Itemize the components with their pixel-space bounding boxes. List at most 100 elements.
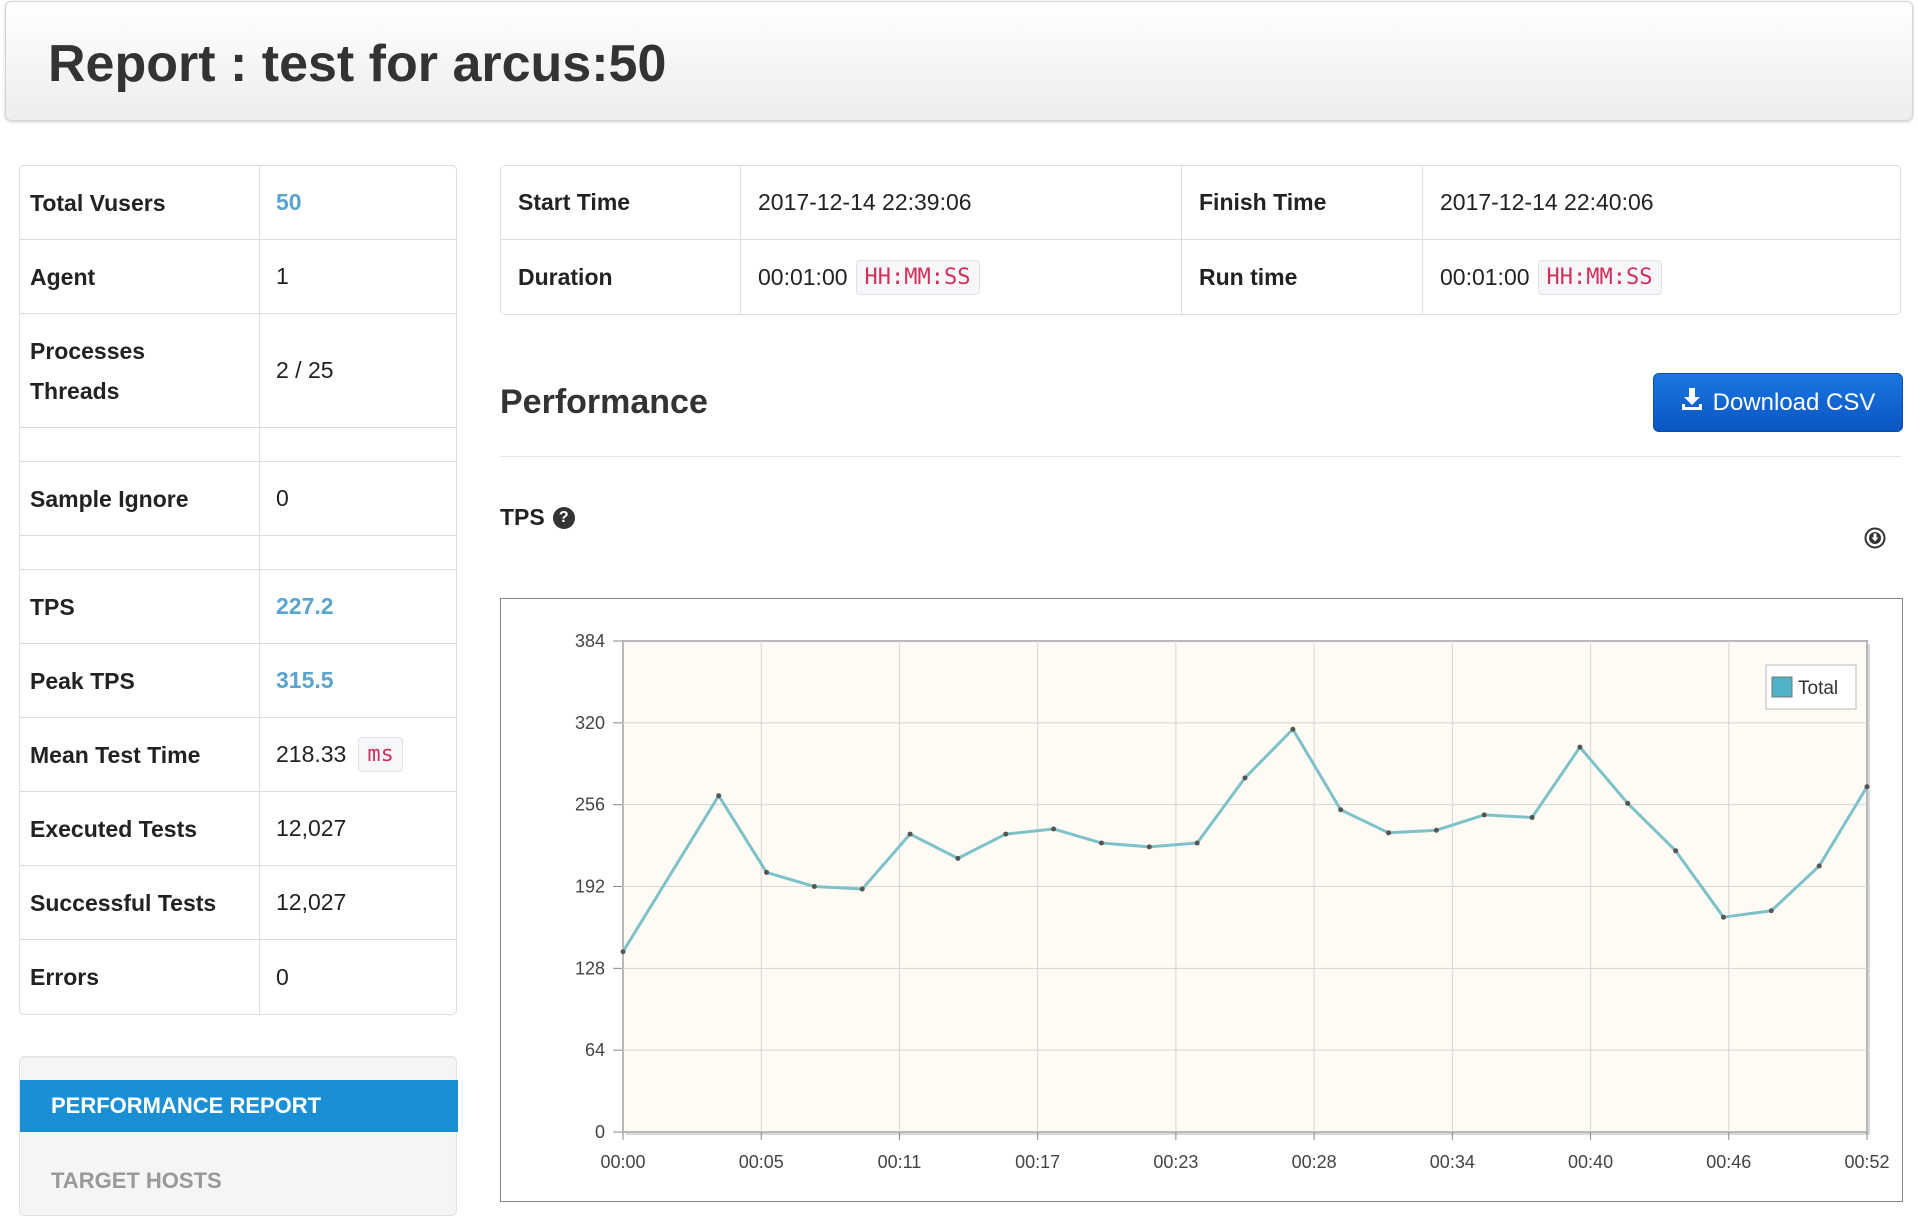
data-point: [955, 855, 961, 861]
summary-key: Processes Threads: [20, 314, 260, 427]
summary-key: TPS: [20, 570, 260, 643]
data-point: [1290, 726, 1296, 732]
nav-item-target-hosts[interactable]: TARGET HOSTS: [20, 1155, 458, 1207]
tps-chart-svg: 0 64 128 192 256 320 384 00:00 00:05 00:11 00:17 00…: [575, 631, 1890, 1172]
x-tick-label: 00:52: [1844, 1152, 1889, 1172]
summary-key: Executed Tests: [20, 792, 260, 865]
help-icon[interactable]: ?: [552, 506, 575, 529]
tps-chart: 0 64 128 192 256 320 384 00:00 00:05 00:11 00:17 00…: [500, 598, 1903, 1202]
finish-time-value: 2017-12-14 22:40:06: [1440, 189, 1654, 215]
legend-swatch: [1771, 676, 1793, 698]
summary-table: Total Vusers 50 Agent 1 Processes Thread…: [19, 165, 457, 1015]
section-divider: [500, 456, 1901, 457]
download-csv-button[interactable]: Download CSV: [1653, 373, 1903, 432]
unit-badge: ms: [358, 737, 403, 772]
summary-value-link[interactable]: 227.2: [260, 570, 456, 643]
data-point: [811, 884, 817, 889]
x-tick-label: 00:05: [739, 1152, 784, 1172]
nav-item-performance-report[interactable]: PERFORMANCE REPORT: [20, 1080, 458, 1132]
data-point: [1003, 831, 1009, 837]
runtime-cell: 00:01:00 HH:MM:SS: [1423, 240, 1900, 314]
start-time-label: Start Time: [501, 166, 741, 239]
time-row: Start Time 2017-12-14 22:39:06 Finish Ti…: [501, 166, 1900, 240]
y-tick-label: 192: [575, 877, 605, 897]
summary-row-executed-tests: Executed Tests 12,027: [20, 792, 456, 866]
summary-spacer-row: [20, 536, 456, 570]
summary-value: 218.33 ms: [260, 718, 456, 791]
summary-value: 2 / 25: [276, 357, 334, 383]
data-point: [1720, 914, 1726, 920]
x-tick-label: 00:11: [878, 1152, 922, 1172]
summary-value: 12,027: [276, 889, 347, 915]
summary-value: 12,027: [276, 815, 347, 841]
spacer-cell: [20, 428, 260, 461]
data-point: [1577, 744, 1583, 750]
data-point: [1864, 784, 1870, 790]
summary-value: 0: [276, 485, 289, 511]
summary-row-successful-tests: Successful Tests 12,027: [20, 866, 456, 940]
page-title: Report : test for arcus:50: [48, 35, 667, 93]
start-time-value: 2017-12-14 22:39:06: [741, 166, 1182, 239]
tps-label-text: TPS: [500, 504, 545, 530]
summary-key: Peak TPS: [20, 644, 260, 717]
time-row: Duration 00:01:00 HH:MM:SS Run time 00:0…: [501, 240, 1900, 314]
download-csv-label: Download CSV: [1712, 388, 1876, 416]
data-point: [1481, 812, 1487, 818]
data-point: [1816, 863, 1822, 869]
unit-badge: HH:MM:SS: [855, 259, 980, 295]
spacer-cell: [260, 428, 456, 461]
y-tick-label: 384: [575, 631, 605, 651]
x-tick-label: 00:34: [1430, 1152, 1475, 1172]
data-point: [716, 793, 722, 799]
chart-legend: Total: [1765, 664, 1857, 710]
summary-value-link[interactable]: 315.5: [260, 644, 456, 717]
data-point: [1768, 908, 1774, 914]
time-table: Start Time 2017-12-14 22:39:06 Finish Ti…: [500, 165, 1901, 315]
download-icon: [1681, 387, 1703, 418]
summary-row-agent: Agent 1: [20, 240, 456, 314]
runtime-label: Run time: [1182, 240, 1423, 314]
data-point: [1433, 827, 1439, 833]
y-tick-label: 256: [575, 795, 605, 815]
x-tick-label: 00:17: [1015, 1152, 1060, 1172]
x-tick-label: 00:46: [1706, 1152, 1751, 1172]
data-point: [1051, 826, 1057, 832]
export-menu-icon[interactable]: [1864, 527, 1886, 549]
data-point: [1146, 844, 1152, 850]
summary-row-tps: TPS 227.2: [20, 570, 456, 644]
summary-value: 1: [276, 263, 289, 289]
finish-time-label: Finish Time: [1182, 166, 1423, 239]
summary-spacer-row: [20, 428, 456, 462]
y-tick-label: 320: [575, 713, 605, 733]
legend-label: Total: [1798, 678, 1838, 699]
report-nav: PERFORMANCE REPORT TARGET HOSTS: [19, 1056, 458, 1216]
summary-key: Successful Tests: [20, 866, 260, 939]
y-tick-label: 128: [575, 958, 605, 978]
data-point: [620, 949, 626, 955]
x-tick-label: 00:28: [1292, 1152, 1337, 1172]
data-point: [1625, 800, 1631, 806]
data-point: [1673, 848, 1679, 854]
summary-key: Agent: [20, 240, 260, 313]
unit-badge: HH:MM:SS: [1537, 259, 1662, 295]
data-point: [859, 886, 865, 892]
duration-cell: 00:01:00 HH:MM:SS: [741, 240, 1182, 314]
mean-test-time-value: 218.33: [276, 741, 347, 767]
summary-key-line: Processes: [30, 337, 146, 364]
page-header: Report : test for arcus:50: [5, 1, 1913, 121]
summary-key: Total Vusers: [20, 166, 260, 239]
summary-key: Errors: [20, 940, 260, 1014]
performance-heading: Performance: [500, 383, 708, 421]
runtime-value: 00:01:00: [1440, 263, 1530, 290]
x-tick-label: 00:40: [1568, 1152, 1613, 1172]
data-point: [1194, 840, 1200, 846]
summary-row-peak-tps: Peak TPS 315.5: [20, 644, 456, 718]
spacer-cell: [20, 536, 260, 569]
spacer-cell: [260, 536, 456, 569]
summary-value-link[interactable]: 50: [260, 166, 456, 239]
data-point: [1386, 830, 1392, 836]
duration-label: Duration: [501, 240, 741, 314]
duration-value: 00:01:00: [758, 263, 848, 290]
summary-key-line: Threads: [30, 377, 120, 404]
data-point: [907, 831, 913, 837]
